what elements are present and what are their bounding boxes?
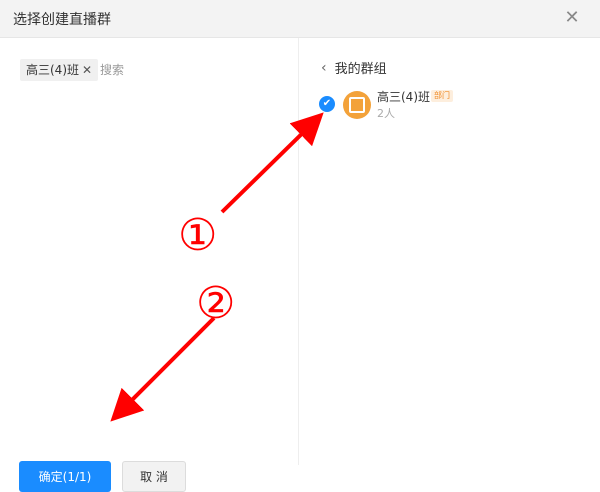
- back-to-my-groups[interactable]: ‹ 我的群组: [321, 58, 387, 78]
- selected-pane: 高三(4)班 ✕ 确定(1/1) 取 消: [0, 38, 299, 492]
- search-input[interactable]: [96, 59, 284, 81]
- chevron-left-icon: ‹: [321, 59, 327, 76]
- group-avatar-icon: [349, 97, 365, 113]
- checkbox-checked-icon[interactable]: ✔: [319, 96, 335, 112]
- create-live-group-dialog: 选择创建直播群 ✕ 高三(4)班 ✕ 确定(1/1) 取 消 ‹ 我的群组 ✔ …: [0, 0, 600, 492]
- cancel-button[interactable]: 取 消: [122, 461, 186, 492]
- selected-group-tag: 高三(4)班 ✕: [20, 59, 99, 81]
- my-groups-label: 我的群组: [334, 62, 387, 77]
- group-avatar: [343, 91, 371, 119]
- dialog-header: 选择创建直播群 ✕: [0, 0, 600, 38]
- group-list-item[interactable]: ✔ 高三(4)班 部门 2人: [319, 88, 579, 122]
- remove-tag-icon[interactable]: ✕: [82, 59, 92, 81]
- member-count: 2人: [377, 107, 395, 120]
- confirm-button[interactable]: 确定(1/1): [19, 461, 111, 492]
- department-badge: 部门: [431, 90, 453, 102]
- dialog-title: 选择创建直播群: [13, 12, 111, 28]
- close-icon[interactable]: ✕: [562, 8, 582, 28]
- group-list-pane: ‹ 我的群组 ✔ 高三(4)班 部门 2人: [299, 38, 600, 465]
- group-name: 高三(4)班: [377, 90, 430, 104]
- selected-group-tag-label: 高三(4)班: [26, 63, 79, 77]
